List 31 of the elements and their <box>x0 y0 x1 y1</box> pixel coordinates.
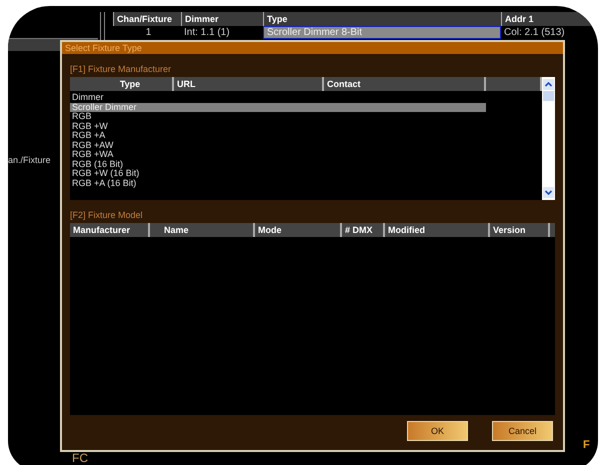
column-label: an./Fixture <box>8 155 51 165</box>
section-heading: [F2] Fixture Model <box>70 210 144 222</box>
column-header[interactable]: URL <box>174 77 324 91</box>
dialog-button[interactable]: Cancel <box>492 421 553 441</box>
list-row[interactable]: Dimmer <box>70 93 486 102</box>
dialog-title: Select Fixture Type <box>62 42 563 54</box>
list-row[interactable]: RGB +AW <box>70 140 486 150</box>
table-cell: Scroller Dimmer 8-Bit <box>263 26 501 39</box>
scroll-thumb[interactable] <box>543 91 554 101</box>
list-row[interactable]: RGB <box>70 112 486 122</box>
column-header[interactable]: Addr 1 <box>501 12 591 26</box>
list-row[interactable]: RGB +W <box>70 122 486 131</box>
column-header[interactable]: Dimmer <box>181 12 263 26</box>
list-row[interactable]: RGB +A <box>70 131 486 140</box>
table-cell-text: 1 <box>144 26 152 39</box>
scroll-up-icon[interactable] <box>543 79 554 90</box>
column-header[interactable]: Type <box>70 77 174 91</box>
list-row[interactable]: RGB +W (16 Bit) <box>70 169 486 178</box>
list-row[interactable]: RGB +A (16 Bit) <box>70 178 486 188</box>
scrollbar[interactable] <box>542 77 555 200</box>
list-row[interactable]: RGB +WA <box>70 150 486 160</box>
table-cell-text: Col: 2.1 (513) <box>503 26 566 39</box>
panel-label: FC <box>72 452 88 464</box>
section-heading: [F1] Fixture Manufacturer <box>70 64 172 76</box>
list-row[interactable]: RGB (16 Bit) <box>70 160 486 169</box>
dialog-button[interactable]: OK <box>407 421 468 441</box>
column-header[interactable]: Chan/Fixture <box>113 12 181 26</box>
table-cell-text: Int: 1.1 (1) <box>183 26 231 39</box>
panel-label: F <box>583 439 590 451</box>
scroll-down-icon[interactable] <box>543 187 554 198</box>
column-header[interactable]: Contact <box>324 77 486 91</box>
